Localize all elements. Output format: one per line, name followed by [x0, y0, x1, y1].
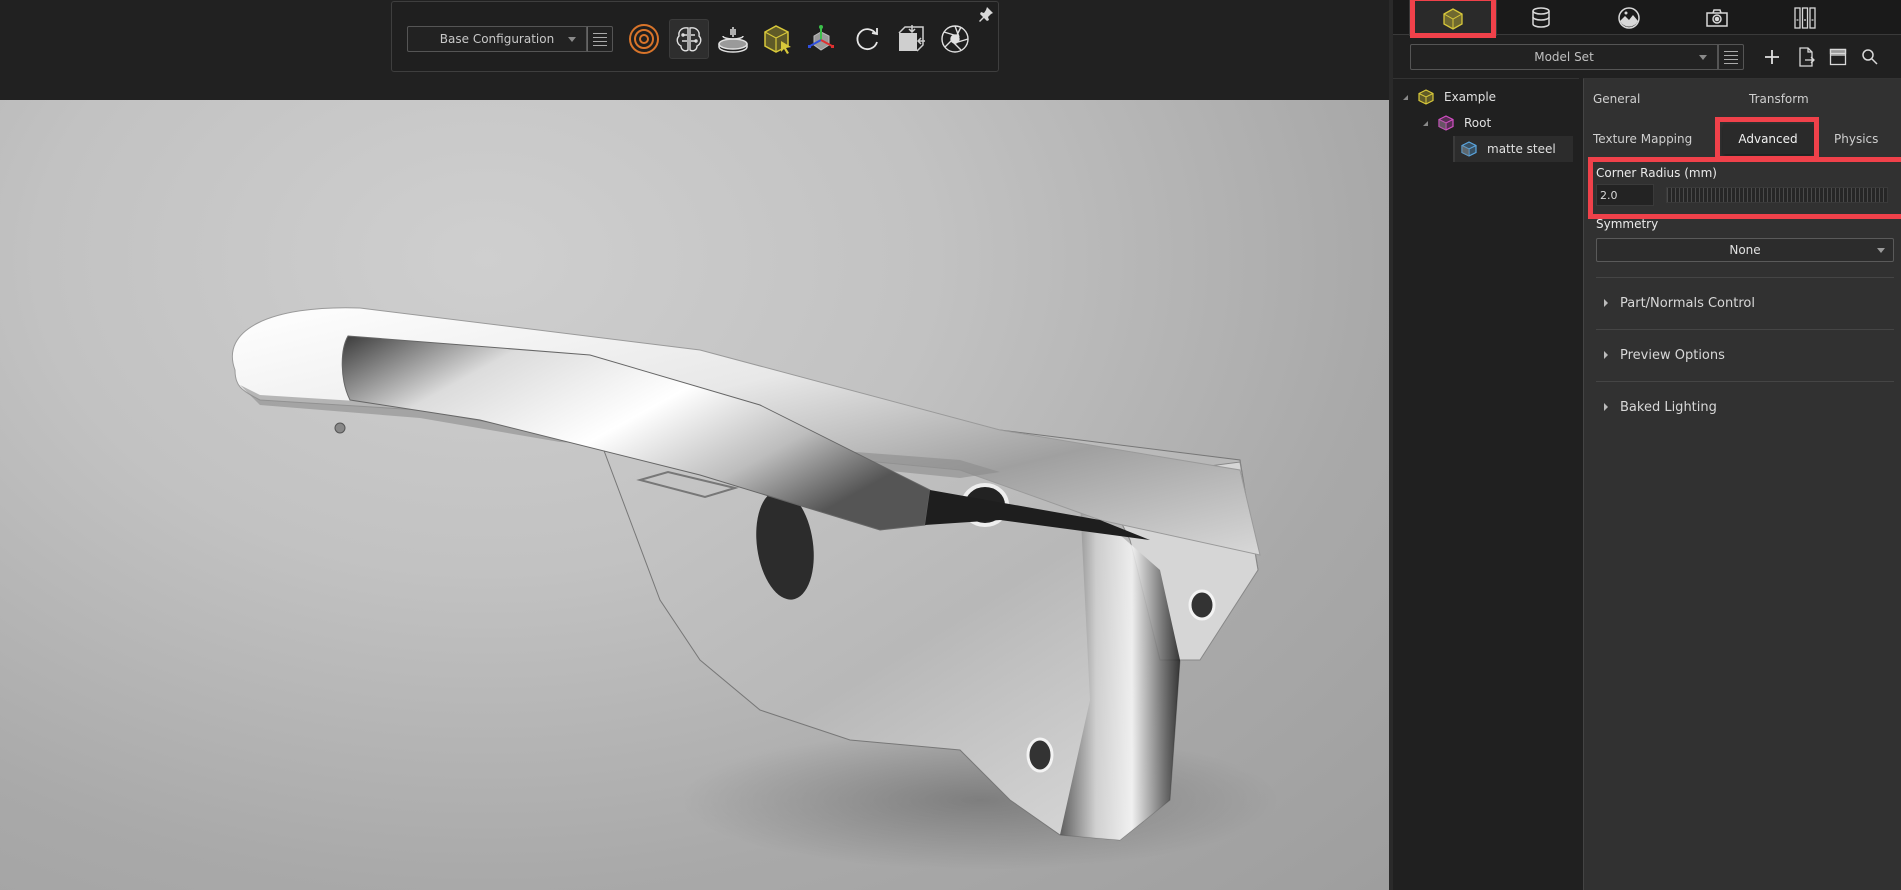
ai-brain-icon[interactable] [669, 19, 709, 59]
section-part-normals-control[interactable]: Part/Normals Control [1604, 291, 1755, 315]
tab-models[interactable] [1409, 0, 1497, 36]
material-bucket-icon [1532, 6, 1550, 28]
tab-libraries[interactable] [1761, 0, 1849, 35]
search-icon[interactable] [1857, 44, 1883, 70]
menu-line [593, 40, 607, 42]
tree-item-matte-steel[interactable]: matte steel [1453, 136, 1573, 162]
expand-arrow-icon [1604, 403, 1608, 411]
symmetry-label: Symmetry [1596, 217, 1659, 231]
tab-physics[interactable]: Physics [1834, 124, 1878, 154]
part-cube-icon [1461, 141, 1477, 157]
model-cube-icon [1443, 7, 1463, 30]
corner-radius-label: Corner Radius (mm) [1596, 166, 1717, 180]
add-icon[interactable] [1759, 44, 1785, 70]
import-icon[interactable] [1793, 44, 1819, 70]
panel-tab-bar [1393, 0, 1901, 36]
symmetry-value: None [1729, 243, 1761, 257]
model-set-menu-button[interactable] [1718, 44, 1744, 70]
rendered-model [231, 307, 1280, 870]
menu-line [593, 44, 607, 46]
tree-item-label: Example [1444, 90, 1497, 104]
model-set-value: Model Set [1534, 50, 1594, 64]
menu-line [1724, 62, 1738, 64]
right-panel: Model Set Example Root matte steel Gener… [1389, 0, 1901, 890]
tab-general[interactable]: General [1593, 84, 1640, 114]
section-label: Preview Options [1620, 347, 1725, 363]
tab-materials[interactable] [1497, 0, 1585, 35]
configuration-dropdown[interactable]: Base Configuration [407, 26, 587, 52]
divider [1596, 277, 1894, 278]
camera-aperture-icon[interactable] [935, 19, 975, 59]
environment-icon [1618, 6, 1640, 29]
model-cube-icon [1418, 89, 1434, 105]
tab-texture-mapping[interactable]: Texture Mapping [1593, 124, 1692, 154]
fit-to-view-icon[interactable] [891, 19, 931, 59]
divider [1596, 381, 1894, 382]
select-object-icon[interactable] [757, 19, 797, 59]
menu-line [1724, 50, 1738, 52]
group-cube-icon [1438, 115, 1454, 131]
tree-item-label: Root [1464, 116, 1492, 130]
app-window: Base Configuration Model Set Example Roo… [0, 0, 1901, 890]
camera-icon [1706, 8, 1728, 27]
menu-line [1724, 54, 1738, 56]
expand-arrow-icon [1604, 351, 1608, 359]
menu-line [1724, 58, 1738, 60]
configuration-value: Base Configuration [439, 32, 555, 46]
axis-gizmo-icon[interactable] [801, 19, 841, 59]
chevron-down-icon [1699, 55, 1707, 60]
tab-transform[interactable]: Transform [1749, 84, 1809, 114]
section-label: Part/Normals Control [1620, 295, 1755, 311]
tree-item-root[interactable]: Root [1423, 110, 1573, 136]
corner-radius-slider[interactable] [1666, 187, 1888, 203]
tree-item-example[interactable]: Example [1403, 84, 1573, 110]
section-baked-lighting[interactable]: Baked Lighting [1604, 395, 1717, 419]
properties-panel: General Transform Texture Mapping Advanc… [1583, 78, 1901, 890]
expand-arrow-icon [1604, 299, 1608, 307]
corner-radius-input[interactable]: 2.0 [1596, 184, 1654, 206]
turntable-icon[interactable] [713, 19, 753, 59]
chevron-down-icon [1877, 248, 1885, 253]
chevron-down-icon [568, 37, 576, 42]
pin-icon[interactable] [978, 6, 994, 22]
layout-icon[interactable] [1825, 44, 1851, 70]
configuration-menu-button[interactable] [587, 26, 613, 52]
model-set-dropdown[interactable]: Model Set [1410, 44, 1718, 70]
floating-toolbar: Base Configuration [391, 1, 999, 72]
expand-triangle-icon[interactable] [1403, 94, 1408, 100]
divider [1596, 329, 1894, 330]
scene-tree: Example Root matte steel [1393, 78, 1579, 890]
tree-item-label: matte steel [1487, 142, 1556, 156]
symmetry-dropdown[interactable]: None [1596, 238, 1894, 262]
section-label: Baked Lighting [1620, 399, 1717, 415]
tab-environment[interactable] [1585, 0, 1673, 35]
tab-advanced[interactable]: Advanced [1723, 124, 1813, 154]
menu-line [593, 32, 607, 34]
3d-viewport[interactable] [0, 100, 1389, 890]
render-mode-icon[interactable] [624, 19, 664, 59]
menu-line [593, 36, 607, 38]
library-columns-icon [1794, 6, 1816, 29]
section-preview-options[interactable]: Preview Options [1604, 343, 1725, 367]
expand-triangle-icon[interactable] [1423, 120, 1428, 126]
reset-view-icon[interactable] [847, 19, 887, 59]
tab-cameras[interactable] [1673, 0, 1761, 35]
